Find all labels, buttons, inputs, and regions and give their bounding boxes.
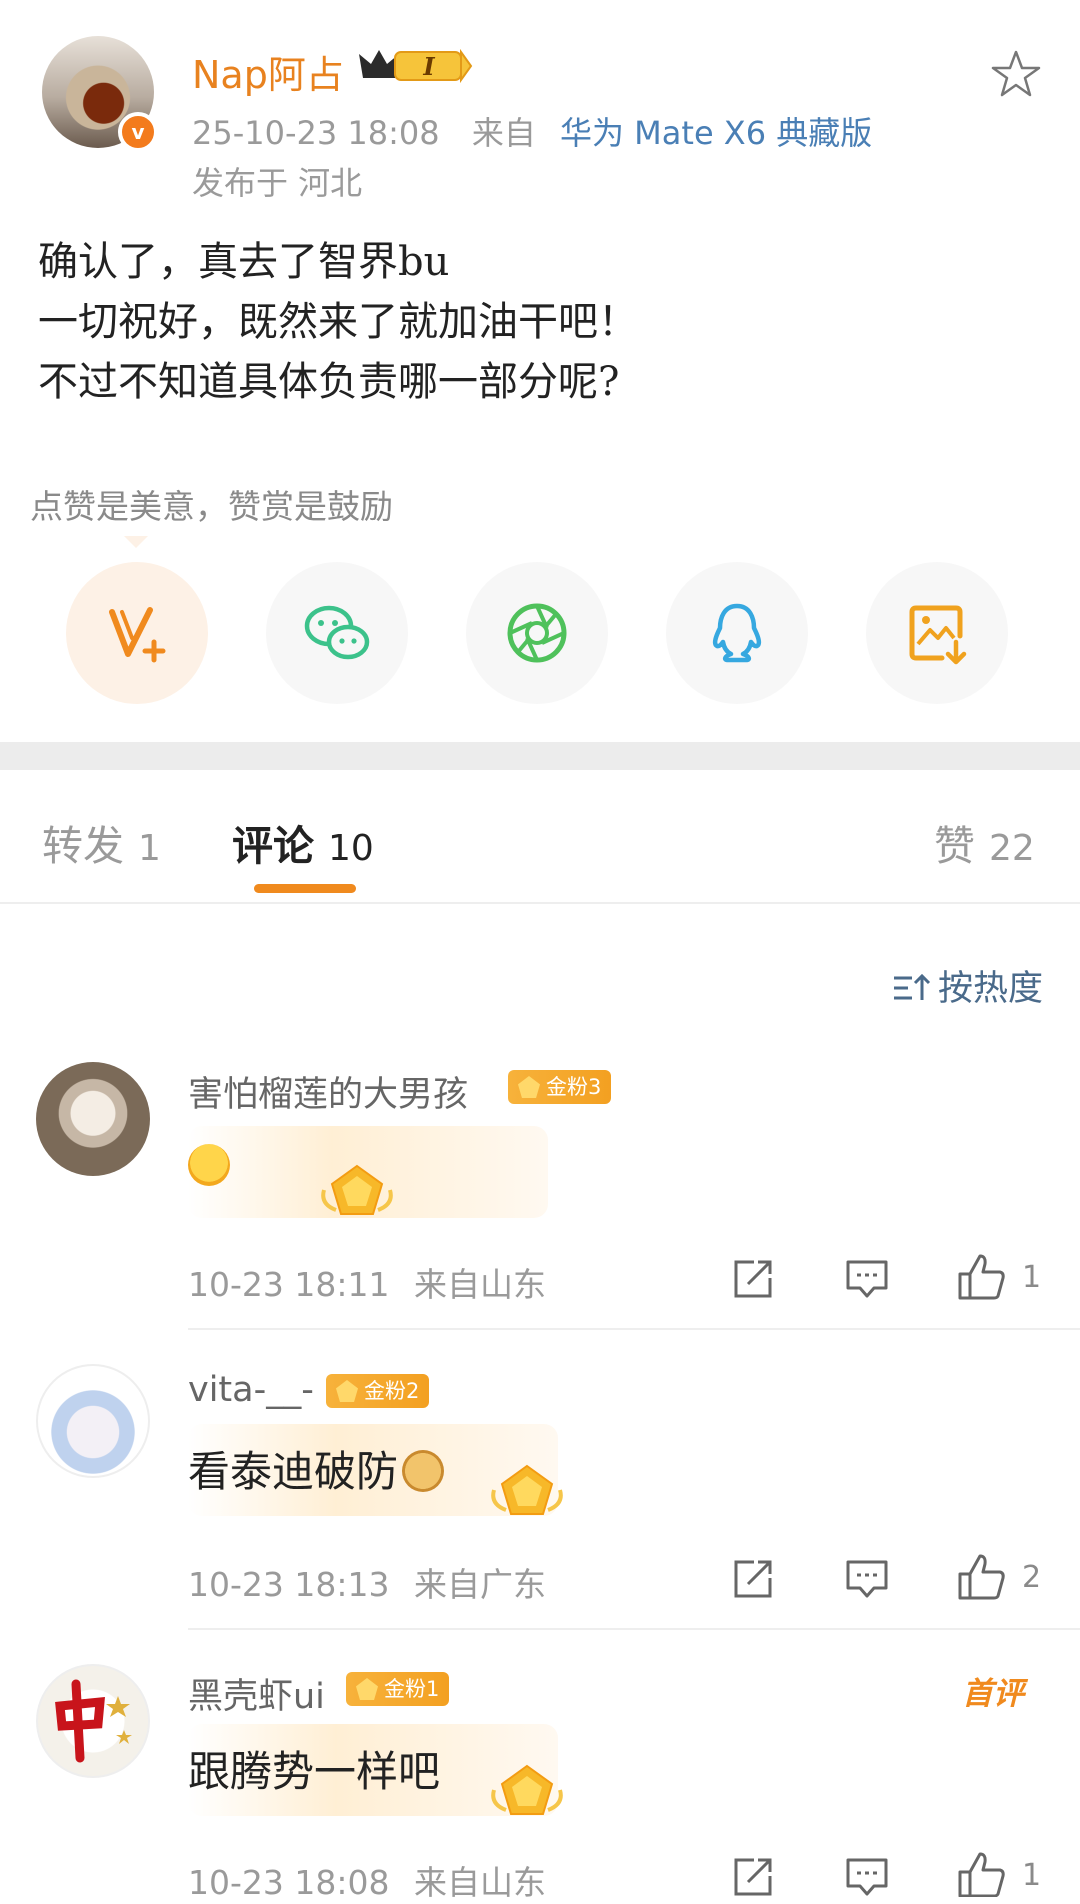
comment-text: 看泰迪破防 (188, 1438, 445, 1499)
reply-comment-icon[interactable] (844, 1556, 890, 1602)
fan-level-badge[interactable]: 金粉1 (346, 1672, 450, 1706)
share-moments-button[interactable] (466, 562, 608, 704)
moments-icon (507, 603, 567, 663)
tab-comments-label: 评论 (232, 822, 314, 870)
first-comment-badge: 首评 (962, 1676, 1024, 1712)
like-count: 1 (1022, 1260, 1042, 1295)
like-count: 2 (1022, 1560, 1042, 1595)
post-meta: 25-10-23 18:08 来自 华为 Mate X6 典藏版 (192, 108, 872, 154)
comment-meta: 10-23 18:11 来自山东 (188, 1258, 546, 1306)
comment-time: 10-23 18:13 (188, 1565, 390, 1604)
gold-fan-medal-icon (491, 1764, 563, 1815)
comment-meta: 10-23 18:13 来自广东 (188, 1558, 546, 1606)
v-plus-icon (109, 607, 166, 663)
gold-fan-medal-icon (491, 1464, 563, 1515)
device-link[interactable]: 华为 Mate X6 典藏版 (560, 114, 872, 152)
comment-time: 10-23 18:08 (188, 1863, 390, 1902)
like-comment-icon[interactable] (956, 1850, 1006, 1897)
share-qq-button[interactable] (666, 562, 808, 704)
post-timestamp: 25-10-23 18:08 (192, 114, 440, 152)
sort-icon (894, 973, 931, 1000)
sort-label: 按热度 (938, 969, 1044, 1009)
like-count: 1 (1022, 1858, 1042, 1893)
comment-location: 来自广东 (413, 1565, 546, 1604)
save-image-icon (909, 605, 967, 665)
tab-likes-count: 22 (989, 828, 1035, 869)
wechat-icon (304, 605, 370, 660)
comment-divider (188, 1628, 1080, 1630)
commenter-username[interactable]: 害怕榴莲的大男孩 (188, 1066, 468, 1117)
post-body-line: 一切祝好，既然来了就加油干吧！ (38, 299, 638, 345)
post-location: 发布于 河北 (192, 164, 363, 202)
tab-likes-label: 赞 (934, 822, 975, 870)
sort-button[interactable]: 按热度 (892, 960, 1043, 1011)
tab-likes[interactable]: 赞 22 (934, 812, 1035, 872)
laughing-face-icon (188, 1144, 230, 1186)
tab-repost-count: 1 (138, 828, 161, 869)
tab-comments-count: 10 (328, 828, 374, 869)
source-prefix: 来自 (471, 114, 536, 152)
tab-comments[interactable]: 评论 10 (232, 812, 374, 872)
post-body-line: 不过不知道具体负责哪一部分呢? (38, 359, 620, 405)
comment-location: 来自山东 (413, 1863, 546, 1902)
reply-comment-icon[interactable] (844, 1854, 890, 1900)
member-crown-badge[interactable]: I (355, 44, 475, 86)
save-image-button[interactable] (866, 562, 1008, 704)
comment-text-body: 看泰迪破防 (188, 1447, 399, 1496)
verified-badge: v (118, 112, 158, 152)
comment-text: 跟腾势一样吧 (188, 1747, 441, 1796)
like-comment-icon[interactable] (956, 1552, 1006, 1602)
fan-level-badge[interactable]: 金粉2 (326, 1374, 430, 1408)
share-comment-icon[interactable] (730, 1256, 776, 1302)
comment-time: 10-23 18:11 (188, 1265, 390, 1304)
reply-comment-icon[interactable] (844, 1256, 890, 1302)
share-comment-icon[interactable] (730, 1556, 776, 1602)
commenter-avatar[interactable] (36, 1364, 150, 1478)
reward-hint: 点赞是美意，赞赏是鼓励 (30, 487, 393, 526)
fan-level-badge[interactable]: 金粉3 (508, 1070, 612, 1104)
comment-divider (188, 1328, 1080, 1330)
commenter-username[interactable]: 黑壳虾ui (188, 1668, 325, 1719)
gold-fan-medal-icon (321, 1164, 393, 1215)
china-flag-icon (55, 1679, 132, 1763)
commenter-username[interactable]: vita-__- (188, 1370, 314, 1410)
tab-repost[interactable]: 转发 1 (42, 812, 161, 872)
share-comment-icon[interactable] (730, 1854, 776, 1900)
tabs-divider (0, 902, 1080, 904)
section-divider (0, 742, 1080, 770)
like-comment-icon[interactable] (956, 1252, 1006, 1302)
hint-pointer (124, 536, 148, 548)
author-username[interactable]: Nap阿占 (192, 44, 344, 99)
favorite-star-icon[interactable] (990, 48, 1042, 100)
commenter-avatar[interactable] (36, 1062, 150, 1176)
commenter-avatar[interactable] (36, 1664, 150, 1778)
post-body: 确认了，真去了智界bu 一切祝好，既然来了就加油干吧！ 不过不知道具体负责哪一部… (38, 232, 638, 412)
doge-icon (402, 1450, 445, 1492)
comment-location: 来自山东 (413, 1265, 546, 1304)
reward-button[interactable] (66, 562, 208, 704)
active-tab-indicator (254, 884, 356, 893)
share-wechat-button[interactable] (266, 562, 408, 704)
post-body-line: 确认了，真去了智界bu (38, 239, 450, 285)
tab-repost-label: 转发 (42, 822, 124, 870)
qq-icon (712, 603, 762, 663)
member-level: I (422, 52, 435, 81)
